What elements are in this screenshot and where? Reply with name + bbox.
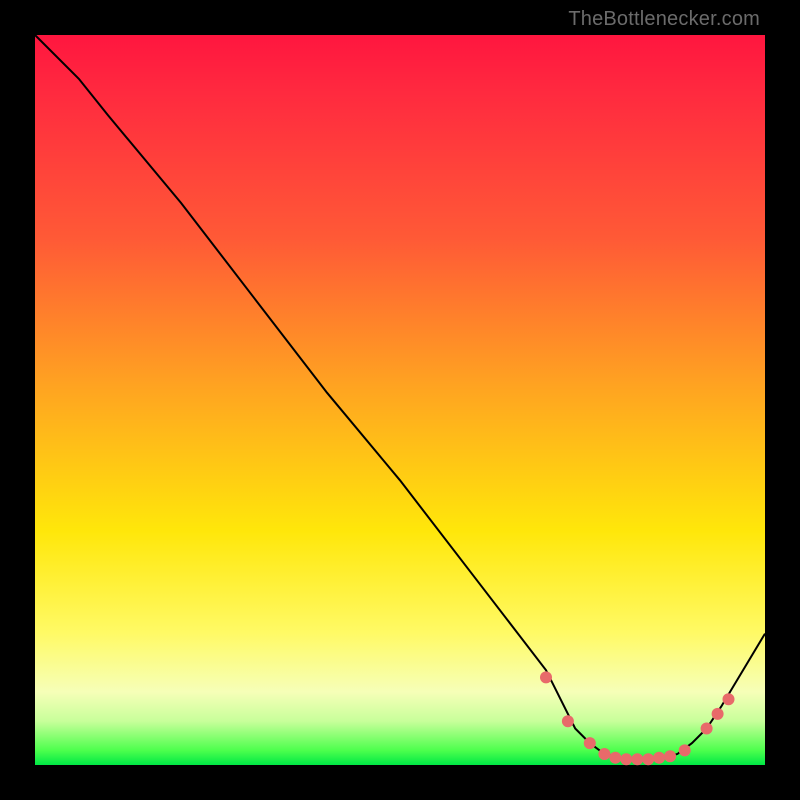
marker-dot [712,708,724,720]
marker-dot [562,715,574,727]
marker-dot [620,753,632,765]
watermark-text: TheBottlenecker.com [568,8,760,31]
marker-dot [664,750,676,762]
marker-dot [540,671,552,683]
marker-dots [540,671,735,765]
plot-area [35,35,765,765]
marker-dot [701,723,713,735]
marker-dot [609,752,621,764]
bottleneck-curve [35,35,765,759]
marker-dot [598,748,610,760]
marker-dot [631,753,643,765]
marker-dot [584,737,596,749]
marker-dot [653,752,665,764]
chart-frame: TheBottlenecker.com [0,0,800,800]
marker-dot [642,753,654,765]
marker-dot [723,693,735,705]
chart-svg [35,35,765,765]
marker-dot [679,744,691,756]
